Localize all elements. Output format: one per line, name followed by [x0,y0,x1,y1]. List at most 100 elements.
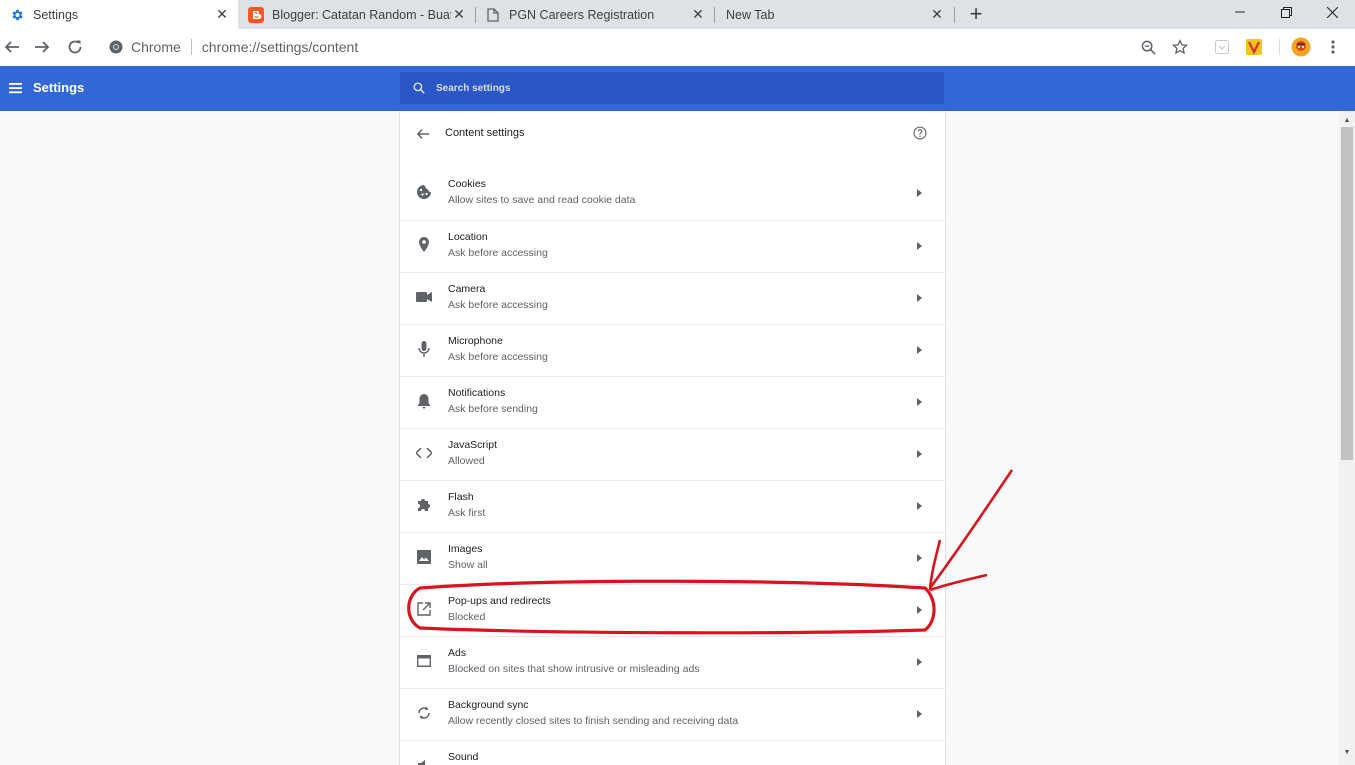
tab-new-tab[interactable]: New Tab ✕ [715,0,953,29]
item-sub: Show all [448,559,488,571]
sync-icon [416,705,432,721]
item-label: Images [448,543,483,555]
card-header: Content settings [400,111,945,156]
profile-avatar-icon[interactable] [1290,36,1312,58]
page-title: Settings [33,80,85,95]
list-item-images[interactable]: Images Show all [400,532,945,584]
arrow-right-icon [915,605,923,615]
list-item-javascript[interactable]: JavaScript Allowed [400,428,945,480]
item-sub: Allow sites to save and read cookie data [448,194,636,206]
reload-icon[interactable] [61,33,89,61]
close-tab-icon[interactable]: ✕ [214,6,230,23]
pocket-extension-icon[interactable] [1211,36,1233,58]
arrow-right-icon [915,449,923,459]
item-label: Sound [448,751,479,763]
origin-label: Chrome [131,39,181,55]
close-tab-icon[interactable]: ✕ [690,6,706,23]
scroll-down-icon[interactable]: ▼ [1339,745,1355,759]
arrow-right-icon [915,397,923,407]
list-item-location[interactable]: Location Ask before accessing [400,220,945,272]
scroll-thumb[interactable] [1341,127,1353,460]
bookmark-star-icon[interactable] [1169,36,1191,58]
content-settings-card: Content settings Cookies Allow sites to … [400,111,945,765]
arrow-right-icon [915,188,923,198]
item-label: Pop-ups and redirects [448,595,551,607]
list-item-microphone[interactable]: Microphone Ask before accessing [400,324,945,376]
puzzle-icon [416,497,432,513]
arrow-right-icon [915,657,923,667]
hamburger-menu-icon[interactable] [8,80,24,96]
location-pin-icon [416,237,432,253]
forward-icon[interactable] [28,33,56,61]
tab-blogger[interactable]: Blogger: Catatan Random - Buat ✕ [239,0,475,29]
item-sub: Ask before sending [448,403,538,415]
back-icon[interactable] [0,33,26,61]
new-tab-plus-icon[interactable]: + [962,1,990,27]
zoom-icon[interactable] [1137,36,1159,58]
page-icon [485,7,501,23]
item-sub: Blocked on sites that show intrusive or … [448,663,700,675]
arrow-right-icon [915,345,923,355]
browser-toolbar: Chrome chrome://settings/content [0,29,1355,65]
close-tab-icon[interactable]: ✕ [451,6,467,23]
item-label: Cookies [448,178,486,190]
vidiq-extension-icon[interactable] [1243,36,1265,58]
arrow-right-icon [915,553,923,563]
restore-icon[interactable] [1263,0,1309,24]
list-item-ads[interactable]: Ads Blocked on sites that show intrusive… [400,636,945,688]
ads-icon [416,653,432,669]
item-label: Microphone [448,335,503,347]
arrow-right-icon [915,501,923,511]
list-item-flash[interactable]: Flash Ask first [400,480,945,532]
item-sub: Ask before accessing [448,247,548,259]
url-text[interactable]: chrome://settings/content [202,39,358,55]
search-icon [412,81,426,95]
content-settings-title: Content settings [445,127,525,139]
list-item-notifications[interactable]: Notifications Ask before sending [400,376,945,428]
item-label: Flash [448,491,474,503]
minimize-icon[interactable] [1217,0,1263,24]
blogger-icon [248,6,264,23]
gear-icon [9,7,25,23]
arrow-right-icon [915,709,923,719]
tab-separator [954,7,955,23]
item-label: Camera [448,283,486,295]
search-placeholder: Search settings [436,82,511,94]
item-sub: Allowed [448,455,485,467]
item-sub: Allow recently closed sites to finish se… [448,715,739,727]
chrome-menu-icon[interactable] [1322,36,1344,58]
help-icon[interactable] [912,125,928,141]
tab-strip: Settings ✕ Blogger: Catatan Random - Bua… [0,0,1355,29]
code-icon [416,445,432,461]
tab-title: Settings [33,7,79,22]
back-arrow-icon[interactable] [415,126,431,142]
item-label: Background sync [448,699,529,711]
arrow-right-icon [915,241,923,251]
item-sub: Blocked [448,611,486,623]
close-window-icon[interactable] [1309,0,1355,24]
search-settings-input[interactable]: Search settings [400,72,944,104]
list-item-cookies[interactable]: Cookies Allow sites to save and read coo… [400,168,945,220]
cookie-icon [416,184,432,200]
item-label: JavaScript [448,439,498,451]
item-sub: Ask before accessing [448,299,548,311]
item-label: Location [448,231,488,243]
arrow-right-icon [915,293,923,303]
item-sub: Ask before accessing [448,351,548,363]
settings-header: Settings Search settings [0,66,1355,111]
list-item-camera[interactable]: Camera Ask before accessing [400,272,945,324]
close-tab-icon[interactable]: ✕ [929,6,945,23]
list-item-sound[interactable]: Sound [400,740,945,765]
item-label: Notifications [448,387,506,399]
list-item-popups-redirects[interactable]: Pop-ups and redirects Blocked [400,584,945,636]
scroll-up-icon[interactable]: ▲ [1339,113,1355,127]
tab-pgn-careers[interactable]: PGN Careers Registration ✕ [476,0,714,29]
microphone-icon [416,341,432,357]
list-item-background-sync[interactable]: Background sync Allow recently closed si… [400,688,945,740]
item-label: Ads [448,647,467,659]
address-bar[interactable]: Chrome chrome://settings/content [98,32,1198,62]
page-scrollbar[interactable]: ▲ ▼ [1339,111,1355,765]
tab-settings[interactable]: Settings ✕ [0,0,238,29]
omnibox-divider [190,39,192,55]
speaker-icon [416,757,432,765]
